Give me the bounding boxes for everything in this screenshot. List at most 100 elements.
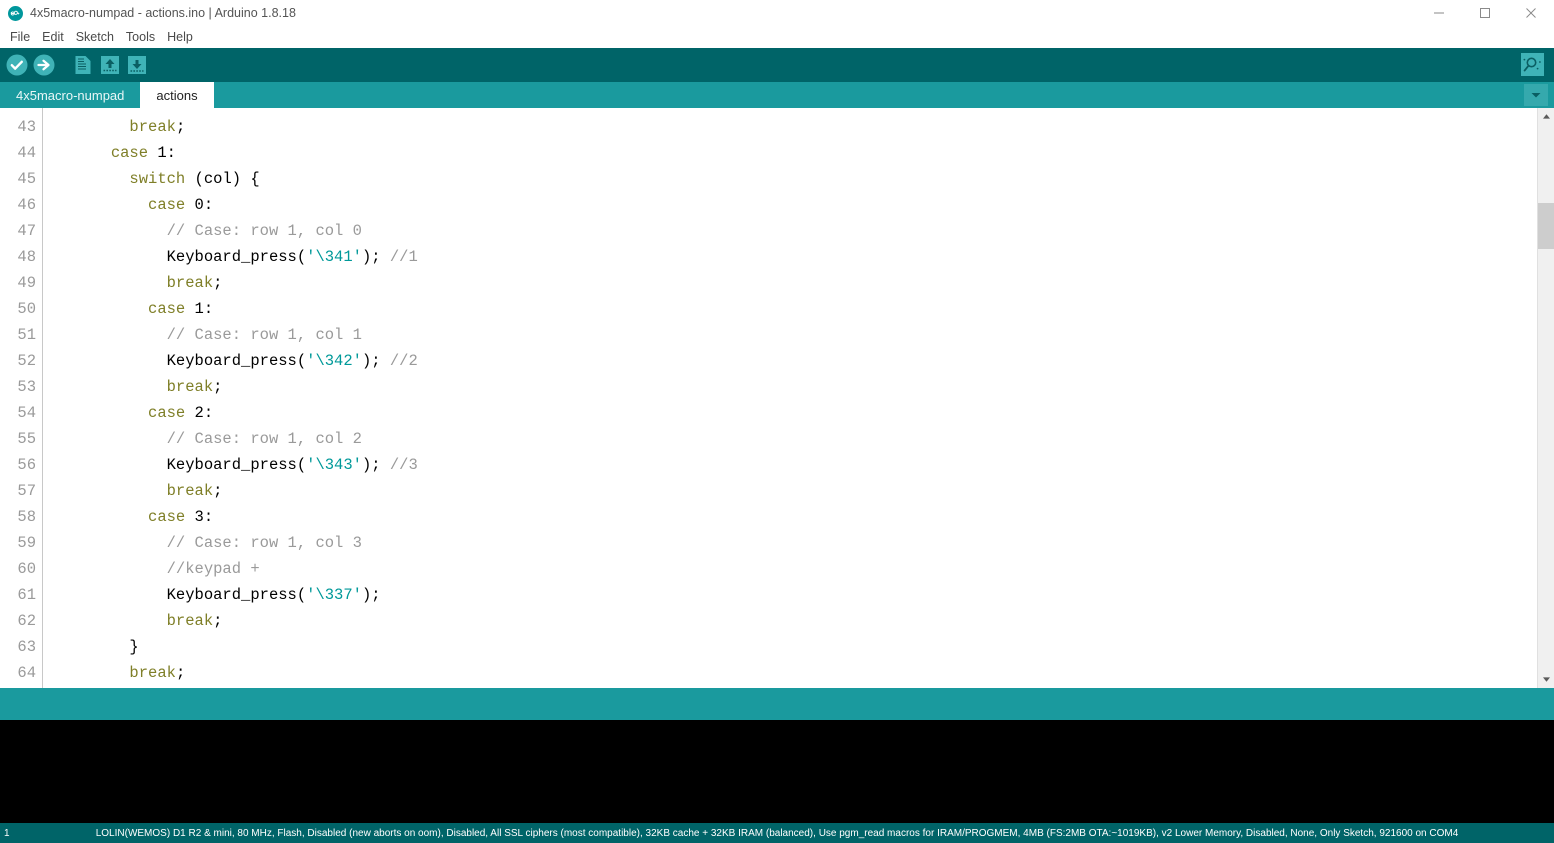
code-token: break — [166, 612, 214, 630]
status-board-info: LOLIN(WEMOS) D1 R2 & mini, 80 MHz, Flash… — [95, 827, 1459, 839]
code-line[interactable]: Keyboard_press('\337'); — [55, 582, 1537, 608]
code-line[interactable]: case 2: — [55, 400, 1537, 426]
line-number: 52 — [17, 352, 36, 370]
open-sketch-button[interactable] — [96, 50, 123, 80]
code-token: Keyboard_press( — [166, 586, 307, 604]
title-bar-left: 4x5macro-numpad - actions.ino | Arduino … — [0, 5, 296, 21]
line-number: 49 — [17, 274, 36, 292]
line-number: 47 — [17, 222, 36, 240]
save-sketch-button[interactable] — [123, 50, 150, 80]
code-token: break — [166, 482, 214, 500]
new-sketch-button[interactable] — [69, 50, 96, 80]
line-number: 57 — [17, 482, 36, 500]
code-content[interactable]: break; case 1: switch (col) { case 0: //… — [43, 108, 1537, 688]
code-line[interactable]: //keypad + — [55, 556, 1537, 582]
menu-sketch[interactable]: Sketch — [70, 28, 120, 46]
code-line[interactable]: break; — [55, 374, 1537, 400]
message-bar — [0, 688, 1554, 720]
menu-edit[interactable]: Edit — [36, 28, 70, 46]
arduino-ide-window: 4x5macro-numpad - actions.ino | Arduino … — [0, 0, 1554, 843]
tab-label: 4x5macro-numpad — [16, 87, 125, 103]
code-line[interactable]: break; — [55, 270, 1537, 296]
tab-4x5macro-numpad[interactable]: 4x5macro-numpad — [0, 82, 141, 108]
scrollbar-thumb[interactable] — [1537, 203, 1554, 249]
line-number: 48 — [17, 248, 36, 266]
status-bar: 1 LOLIN(WEMOS) D1 R2 & mini, 80 MHz, Fla… — [0, 823, 1554, 843]
maximize-button[interactable] — [1462, 0, 1508, 26]
close-icon — [1526, 8, 1536, 18]
code-token: Keyboard_press( — [166, 248, 307, 266]
code-line[interactable]: } — [55, 634, 1537, 660]
code-token: ; — [213, 482, 223, 500]
line-number: 43 — [17, 118, 36, 136]
line-number: 51 — [17, 326, 36, 344]
code-token: Keyboard_press( — [166, 352, 307, 370]
editor-area: 43 44 45 46 47 48 49 50 51 52 53 54 55 56 57 58 59 60 61 62… — [0, 108, 1554, 688]
scroll-down-button[interactable] — [1538, 671, 1554, 688]
code-line[interactable]: // Case: row 1, col 3 — [55, 530, 1537, 556]
code-token: //3 — [389, 456, 418, 474]
console-output[interactable] — [0, 720, 1554, 823]
code-line[interactable]: // Case: row 1, col 0 — [55, 218, 1537, 244]
code-line[interactable]: break; — [55, 608, 1537, 634]
code-token: break — [166, 274, 214, 292]
menu-file[interactable]: File — [4, 28, 36, 46]
line-number: 53 — [17, 378, 36, 396]
verify-button[interactable] — [3, 50, 30, 80]
scroll-up-button[interactable] — [1538, 108, 1554, 125]
code-line[interactable]: // Case: row 1, col 1 — [55, 322, 1537, 348]
chevron-down-icon — [1531, 93, 1541, 98]
menu-tools[interactable]: Tools — [120, 28, 161, 46]
minimize-button[interactable] — [1416, 0, 1462, 26]
code-line[interactable]: break; — [55, 660, 1537, 686]
code-line[interactable]: case 0: — [55, 192, 1537, 218]
code-token: case — [148, 300, 186, 318]
code-editor[interactable]: 43 44 45 46 47 48 49 50 51 52 53 54 55 56 57 58 59 60 61 62… — [0, 108, 1537, 688]
code-line[interactable]: // Case: row 1, col 2 — [55, 426, 1537, 452]
code-line[interactable]: Keyboard_press('\341'); //1 — [55, 244, 1537, 270]
code-line[interactable]: break; — [55, 478, 1537, 504]
upload-button[interactable] — [30, 50, 57, 80]
code-token: break — [166, 378, 214, 396]
code-line[interactable]: Keyboard_press('\342'); //2 — [55, 348, 1537, 374]
code-line[interactable]: case 1: — [55, 140, 1537, 166]
code-token: case — [148, 404, 186, 422]
code-line[interactable]: break; — [55, 114, 1537, 140]
menu-help[interactable]: Help — [161, 28, 199, 46]
code-line[interactable]: case 3: — [55, 504, 1537, 530]
editor-vertical-scrollbar[interactable] — [1537, 108, 1554, 688]
code-line[interactable]: switch (col) { — [55, 166, 1537, 192]
sketch-tab-bar: 4x5macro-numpad actions — [0, 82, 1554, 108]
scrollbar-track[interactable] — [1537, 125, 1554, 671]
close-button[interactable] — [1508, 0, 1554, 26]
line-number: 62 — [17, 612, 36, 630]
code-line[interactable]: case 1: — [55, 296, 1537, 322]
tab-actions[interactable]: actions — [140, 82, 214, 108]
serial-monitor-button[interactable] — [1518, 50, 1546, 78]
code-token: break — [129, 664, 176, 682]
code-token: 3: — [185, 508, 214, 526]
code-line[interactable]: Keyboard_press('\343'); //3 — [55, 452, 1537, 478]
toolbar — [0, 48, 1554, 82]
tab-dropdown-button[interactable] — [1524, 84, 1548, 106]
code-token: //1 — [389, 248, 418, 266]
open-folder-up-arrow-icon — [100, 56, 119, 74]
code-token: //keypad + — [166, 560, 260, 578]
code-token: ; — [213, 612, 223, 630]
code-token: ; — [175, 664, 186, 682]
code-token: 2: — [185, 404, 214, 422]
code-token: break — [129, 118, 176, 136]
